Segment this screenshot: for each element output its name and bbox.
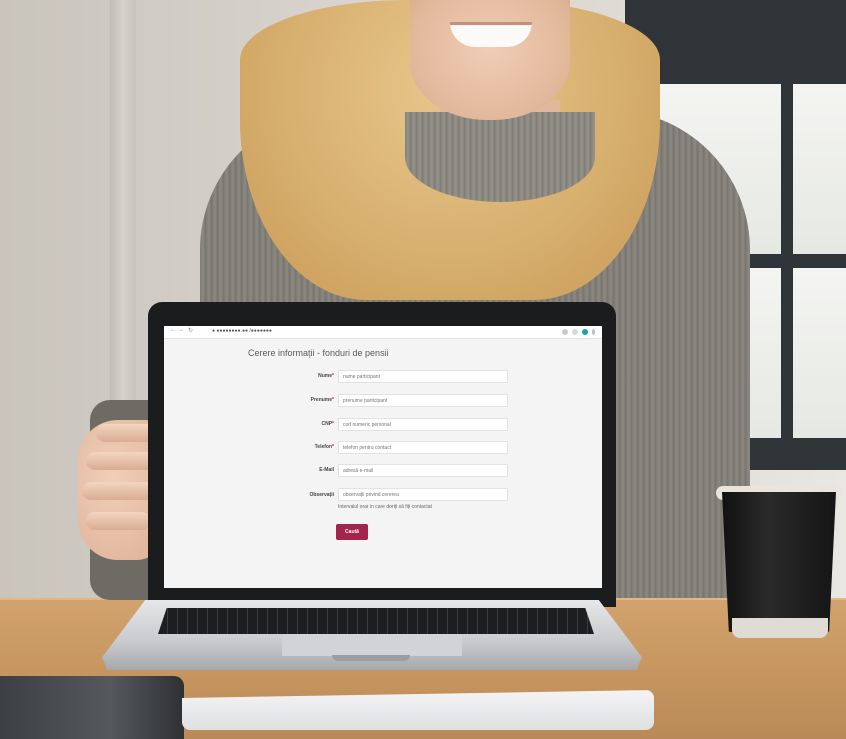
prenume-input[interactable] xyxy=(338,394,508,407)
field-label-telefon: Telefon* xyxy=(314,444,334,450)
cup-base xyxy=(732,618,828,638)
foreground-tablet xyxy=(0,676,184,739)
menu-icon[interactable] xyxy=(592,329,595,335)
contact-interval-hint: Intervalul orar in care doriți să fiți c… xyxy=(338,504,432,510)
star-icon[interactable] xyxy=(572,329,578,335)
window-pane xyxy=(793,84,846,254)
laptop-screen: ← → ↻ ● ●●●●●●●●.●● /●●●●●●● Cerere info… xyxy=(164,326,602,588)
browser-toolbar: ← → ↻ ● ●●●●●●●●.●● /●●●●●●● xyxy=(164,326,602,339)
laptop-trackpad xyxy=(282,634,462,656)
window-pane xyxy=(793,268,846,438)
photo-scene: ← → ↻ ● ●●●●●●●●.●● /●●●●●●● Cerere info… xyxy=(0,0,846,739)
back-icon[interactable]: ← xyxy=(170,327,176,333)
email-input[interactable] xyxy=(338,464,508,477)
observatii-input[interactable] xyxy=(338,488,508,501)
extension-icon[interactable] xyxy=(562,329,568,335)
field-label-observatii: Observații xyxy=(309,492,334,498)
coffee-cup xyxy=(722,492,836,632)
profile-avatar-icon[interactable] xyxy=(582,329,588,335)
sweater-collar xyxy=(405,112,595,202)
field-label-nume: Nume* xyxy=(318,373,334,379)
forward-icon[interactable]: → xyxy=(178,327,184,333)
field-label-prenume: Prenume* xyxy=(310,397,334,403)
telefon-input[interactable] xyxy=(338,441,508,454)
search-submit-button[interactable]: Caută xyxy=(336,524,368,540)
field-label-email: E-Mail xyxy=(319,467,334,473)
laptop-keyboard xyxy=(158,608,594,634)
form-title: Cerere informații - fonduri de pensii xyxy=(248,348,389,358)
field-label-cnp: CNP* xyxy=(321,421,334,427)
hand-finger xyxy=(82,482,154,500)
address-bar[interactable]: ● ●●●●●●●●.●● /●●●●●●● xyxy=(212,328,272,334)
nume-input[interactable] xyxy=(338,370,508,383)
cnp-input[interactable] xyxy=(338,418,508,431)
hand-finger xyxy=(86,512,150,530)
person-face xyxy=(410,0,570,120)
reload-icon[interactable]: ↻ xyxy=(188,327,193,334)
laptop-notch xyxy=(332,655,410,661)
person-smile xyxy=(450,22,532,47)
